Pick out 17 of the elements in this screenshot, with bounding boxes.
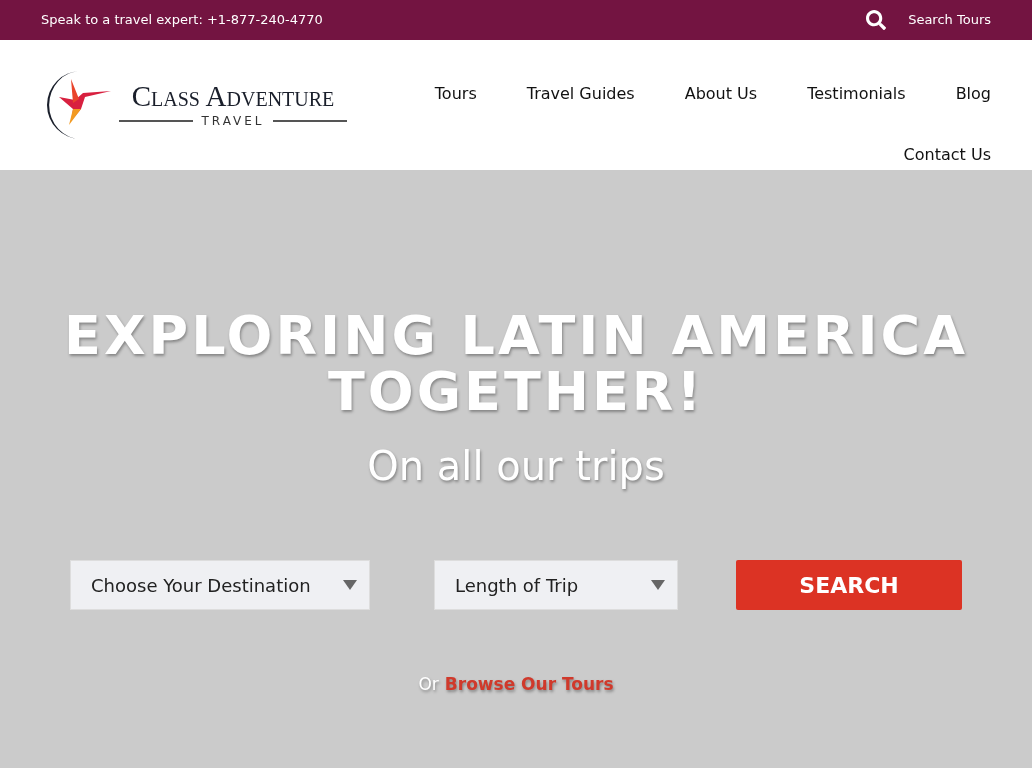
nav-link[interactable]: Blog	[955, 82, 991, 106]
nav-link[interactable]: Travel Guides	[526, 82, 635, 106]
dropdown-select[interactable]: Length of Trip	[434, 560, 678, 610]
logo-name: Class Adventure	[131, 80, 335, 112]
phone-text: Speak to a travel expert: +1-877-240-4770	[41, 11, 323, 30]
hero-headline: EXPLORING LATIN AMERICA TOGETHER!	[64, 308, 968, 420]
caret-icon	[343, 580, 357, 590]
nav-link[interactable]: Tours	[434, 82, 477, 106]
nav-link[interactable]: About Us	[684, 82, 758, 106]
search-icon[interactable]	[866, 10, 887, 30]
search-button[interactable]: SEARCH	[736, 560, 962, 610]
dropdown-select[interactable]: Choose Your Destination	[70, 560, 370, 610]
logo-tagline: TRAVEL	[201, 113, 265, 130]
search-tours-link[interactable]: Search Tours	[908, 10, 991, 30]
caret-icon	[651, 580, 665, 590]
nav-link[interactable]: Testimonials	[807, 82, 906, 106]
nav-link[interactable]: Contact Us	[903, 143, 991, 167]
